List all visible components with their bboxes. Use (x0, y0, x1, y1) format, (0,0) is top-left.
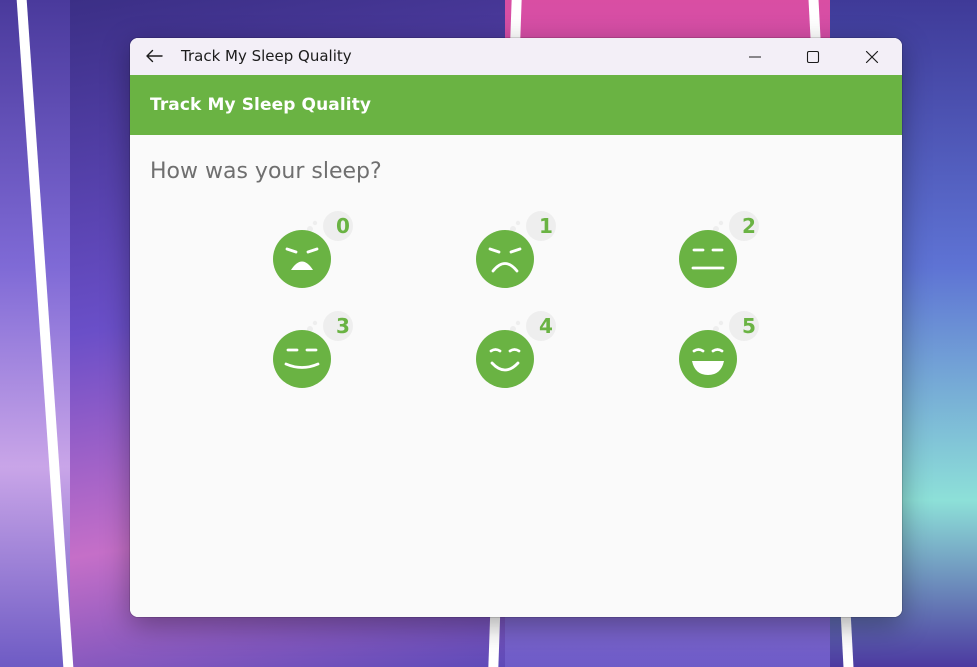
sleep-quality-5-button[interactable]: 5 (676, 311, 766, 391)
app-bar-title: Track My Sleep Quality (150, 95, 372, 115)
sleep-quality-content: How was your sleep? 0 1 2 3 4 5 (130, 135, 902, 617)
sleep-quality-2-label: 2 (742, 214, 756, 238)
maximize-icon (806, 50, 820, 63)
minimize-button[interactable] (726, 38, 784, 75)
back-arrow-icon (146, 49, 163, 63)
sleep-quality-0-label: 0 (336, 214, 350, 238)
sleep-question: How was your sleep? (150, 159, 382, 184)
back-button[interactable] (140, 42, 168, 70)
sleep-quality-4-label: 4 (539, 314, 553, 338)
sleep-quality-1-button[interactable]: 1 (473, 211, 563, 291)
sleep-quality-4-button[interactable]: 4 (473, 311, 563, 391)
app-window: Track My Sleep Quality Track My Sleep Qu… (130, 38, 902, 617)
maximize-button[interactable] (784, 38, 842, 75)
sleep-quality-0-button[interactable]: 0 (270, 211, 360, 291)
window-title: Track My Sleep Quality (181, 47, 352, 65)
minimize-icon (749, 55, 761, 58)
sleep-quality-2-button[interactable]: 2 (676, 211, 766, 291)
sleep-quality-1-label: 1 (539, 214, 553, 238)
sleep-quality-3-button[interactable]: 3 (270, 311, 360, 391)
app-bar: Track My Sleep Quality (130, 75, 902, 135)
close-button[interactable] (843, 38, 901, 75)
close-icon (865, 50, 879, 63)
sleep-quality-3-label: 3 (336, 314, 350, 338)
title-bar: Track My Sleep Quality (130, 38, 902, 75)
sleep-quality-5-label: 5 (742, 314, 756, 338)
